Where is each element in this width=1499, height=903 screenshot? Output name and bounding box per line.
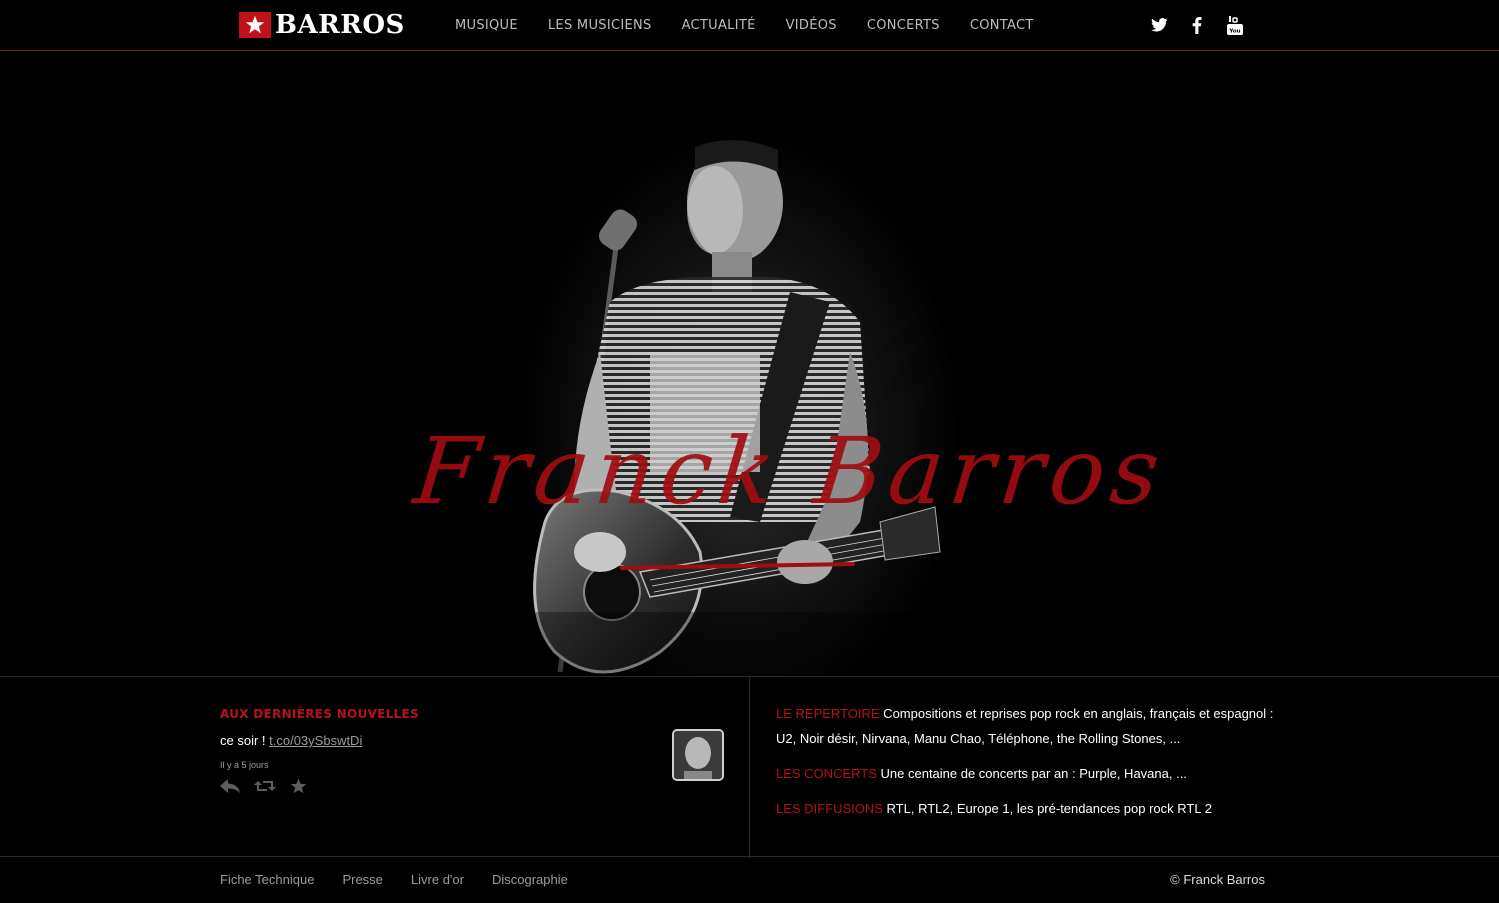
footer-link-discographie[interactable]: Discographie: [492, 872, 568, 887]
twitter-icon[interactable]: [1148, 14, 1170, 36]
footer-link-presse[interactable]: Presse: [342, 872, 382, 887]
fact-concerts: LES CONCERTS Une centaine de concerts pa…: [776, 761, 1286, 786]
tweet-timestamp: Il y a 5 jours: [220, 760, 269, 770]
hero-title: Franck Barros: [409, 418, 1171, 525]
tweet-section-title: AUX DERNIÈRES NOUVELLES: [220, 707, 419, 721]
fact-repertoire: LE REPERTOIRE Compositions et reprises p…: [776, 701, 1286, 751]
fact-key: LE REPERTOIRE: [776, 706, 880, 721]
site-logo[interactable]: BARROS: [239, 10, 405, 40]
nav-item-videos[interactable]: VIDÉOS: [786, 18, 837, 33]
info-section: AUX DERNIÈRES NOUVELLES ce soir ! t.co/0…: [0, 676, 1499, 858]
tweet-text-prefix: ce soir !: [220, 733, 270, 748]
nav-item-musique[interactable]: MUSIQUE: [455, 18, 518, 33]
site-header: BARROS MUSIQUE LES MUSICIENS ACTUALITÉ V…: [0, 0, 1499, 51]
main-nav: MUSIQUE LES MUSICIENS ACTUALITÉ VIDÉOS C…: [455, 0, 1064, 51]
fact-key: LES DIFFUSIONS: [776, 801, 883, 816]
footer-link-livre-dor[interactable]: Livre d'or: [411, 872, 464, 887]
artist-facts: LE REPERTOIRE Compositions et reprises p…: [776, 701, 1286, 831]
fact-value: RTL, RTL2, Europe 1, les pré-tendances p…: [882, 801, 1212, 816]
fact-key: LES CONCERTS: [776, 766, 877, 781]
logo-text: BARROS: [275, 10, 405, 40]
content-divider: [749, 677, 750, 858]
tweet-text: ce soir ! t.co/03ySbswtDi: [220, 733, 725, 748]
hero-photo: [500, 132, 960, 676]
retweet-icon[interactable]: [254, 779, 276, 793]
social-links: You: [1148, 14, 1262, 36]
footer-links: Fiche Technique Presse Livre d'or Discog…: [220, 872, 596, 887]
footer-link-fiche-technique[interactable]: Fiche Technique: [220, 872, 314, 887]
youtube-icon[interactable]: You: [1224, 14, 1246, 36]
nav-item-les-musiciens[interactable]: LES MUSICIENS: [548, 18, 652, 33]
fact-diffusions: LES DIFFUSIONS RTL, RTL2, Europe 1, les …: [776, 796, 1286, 821]
nav-item-contact[interactable]: CONTACT: [970, 18, 1034, 33]
site-footer: Fiche Technique Presse Livre d'or Discog…: [0, 858, 1499, 903]
reply-icon[interactable]: [220, 779, 240, 793]
tweet-actions: [220, 778, 725, 794]
hero-banner: Franck Barros: [0, 52, 1499, 676]
nav-item-actualite[interactable]: ACTUALITÉ: [682, 18, 756, 33]
facebook-icon[interactable]: [1186, 14, 1208, 36]
latest-tweet: AUX DERNIÈRES NOUVELLES ce soir ! t.co/0…: [220, 707, 725, 794]
tweet-avatar[interactable]: [672, 729, 724, 781]
svg-text:You: You: [1228, 28, 1240, 34]
nav-item-concerts[interactable]: CONCERTS: [867, 18, 940, 33]
favorite-icon[interactable]: [290, 778, 307, 794]
star-icon: [239, 12, 271, 38]
copyright: © Franck Barros: [1170, 872, 1265, 887]
fact-value: Une centaine de concerts par an : Purple…: [876, 766, 1187, 781]
tweet-link[interactable]: t.co/03ySbswtDi: [269, 733, 362, 748]
